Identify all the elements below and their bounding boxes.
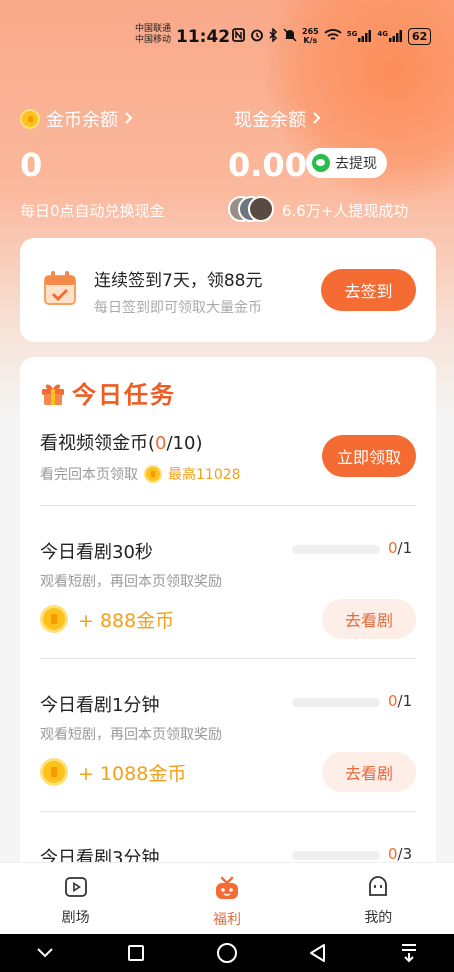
tab-label: 我的: [364, 910, 393, 926]
user-avatars: [228, 196, 278, 224]
task-total: /1: [397, 539, 413, 557]
avatar: [248, 196, 274, 222]
profile-icon: [366, 875, 390, 903]
chevron-right-icon: [124, 109, 134, 130]
task-progress-text: 0/1: [388, 692, 412, 710]
net-speed: 265 K/s: [302, 27, 319, 45]
system-nav-bar: [0, 934, 454, 972]
wifi-icon: [324, 28, 342, 45]
wechat-icon: [312, 154, 330, 172]
sign-in-button[interactable]: 去签到: [321, 269, 416, 311]
video-task-done: 0: [155, 433, 167, 454]
gift-icon: [40, 380, 66, 406]
tab-label: 福利: [212, 912, 241, 928]
coin-balance-label: 金币余额: [46, 110, 118, 131]
task-item-sub: 观看短剧，再回本页领取奖励: [40, 574, 222, 590]
video-task-max: 最高11028: [168, 467, 241, 483]
task-done: 0: [388, 845, 398, 863]
video-task-sub: 看完回本页领取 最高11028: [40, 464, 241, 484]
task-reward: + 1088金币: [40, 758, 186, 786]
withdraw-count-text: 6.6万+人提现成功: [282, 202, 409, 220]
task-header: 今日任务: [40, 375, 176, 410]
divider: [40, 505, 416, 506]
bluetooth-icon: [269, 26, 278, 45]
task-progress-bar: [292, 698, 380, 707]
task-progress-bar: [292, 545, 380, 554]
task-progress-bar: [292, 851, 380, 860]
chevron-right-icon: [312, 109, 322, 130]
nfc-icon: [232, 27, 245, 45]
task-reward-text: + 888金币: [78, 609, 175, 632]
carrier-2: 中国移动: [135, 35, 172, 45]
task-header-title: 今日任务: [72, 381, 176, 409]
task-item-title: 今日看剧1分钟: [40, 695, 160, 716]
tab-theater[interactable]: 剧场: [0, 863, 151, 934]
task-total: /3: [397, 845, 413, 863]
carrier-labels: 中国联通 中国移动: [135, 24, 171, 46]
bottom-tab-bar: 剧场 福利 我的: [0, 862, 454, 934]
task-progress-text: 0/3: [388, 845, 412, 863]
coin-icon: [20, 109, 40, 129]
task-item-sub: 观看短剧，再回本页领取奖励: [40, 727, 222, 743]
sign-in-subtitle: 每日签到即可领取大量金币: [94, 300, 262, 316]
task-progress-text: 0/1: [388, 539, 412, 557]
status-icons: 265 K/s 5G 4G 62: [232, 26, 432, 45]
coin-icon: [40, 758, 68, 786]
home-icon[interactable]: [212, 938, 242, 968]
task-done: 0: [388, 539, 398, 557]
task-done: 0: [388, 692, 398, 710]
task-total: /1: [397, 692, 413, 710]
tab-welfare[interactable]: 福利: [151, 863, 302, 934]
coin-icon: [40, 605, 68, 633]
watch-drama-button[interactable]: 去看剧: [322, 599, 416, 639]
calendar-icon: [42, 268, 80, 308]
carrier-1: 中国联通: [135, 24, 172, 34]
signal-icon-2: 4G: [377, 30, 403, 42]
task-card: 今日任务 看视频领金币(0/10) 看完回本页领取 最高11028 立即领取 今…: [20, 357, 436, 877]
notification-pull-icon[interactable]: [394, 938, 424, 968]
sign-in-title: 连续签到7天，领88元: [94, 271, 263, 291]
divider: [40, 811, 416, 812]
alarm-icon: [250, 28, 264, 45]
video-task-title-text: 看视频领金币(: [40, 433, 156, 454]
divider: [40, 658, 416, 659]
net-speed-value: 265: [302, 27, 319, 36]
task-reward: + 888金币: [40, 605, 174, 633]
video-task-total: /10): [166, 433, 203, 454]
withdraw-button[interactable]: 去提现: [306, 148, 387, 178]
back-icon[interactable]: [303, 938, 333, 968]
tab-label: 剧场: [61, 910, 90, 926]
coin-balance-value: 0: [20, 146, 43, 184]
play-icon: [64, 875, 88, 903]
signal-1-label: 5G: [346, 30, 358, 38]
claim-video-reward-button[interactable]: 立即领取: [322, 435, 416, 477]
status-bar: 中国联通 中国移动 11:42 265 K/s 5G 4G 62: [0, 0, 454, 70]
auto-exchange-text: 每日0点自动兑换现金: [20, 202, 165, 220]
withdraw-label: 去提现: [335, 156, 377, 172]
mute-icon: [283, 27, 297, 45]
status-time: 11:42: [176, 27, 231, 47]
task-item-title: 今日看剧30秒: [40, 542, 153, 563]
signal-2-label: 4G: [377, 30, 388, 38]
sign-in-card: 连续签到7天，领88元 每日签到即可领取大量金币 去签到: [20, 238, 436, 342]
video-task-sub-text: 看完回本页领取: [40, 467, 138, 483]
net-speed-unit: K/s: [303, 36, 318, 45]
battery-icon: 62: [407, 27, 432, 45]
cash-balance-value: 0.00: [228, 146, 307, 184]
gift-icon: [214, 875, 240, 905]
watch-drama-button[interactable]: 去看剧: [322, 752, 416, 792]
chevron-down-icon[interactable]: [30, 938, 60, 968]
coin-balance-link[interactable]: 金币余额: [20, 106, 134, 132]
coin-icon: [144, 465, 162, 483]
cash-balance-label: 现金余额: [234, 110, 306, 131]
task-reward-text: + 1088金币: [78, 762, 187, 785]
signal-icon-1: 5G: [347, 30, 373, 42]
recents-icon[interactable]: [121, 938, 151, 968]
tab-profile[interactable]: 我的: [303, 863, 454, 934]
cash-balance-link[interactable]: 现金余额: [234, 106, 322, 132]
video-task-title: 看视频领金币(0/10): [40, 429, 202, 455]
